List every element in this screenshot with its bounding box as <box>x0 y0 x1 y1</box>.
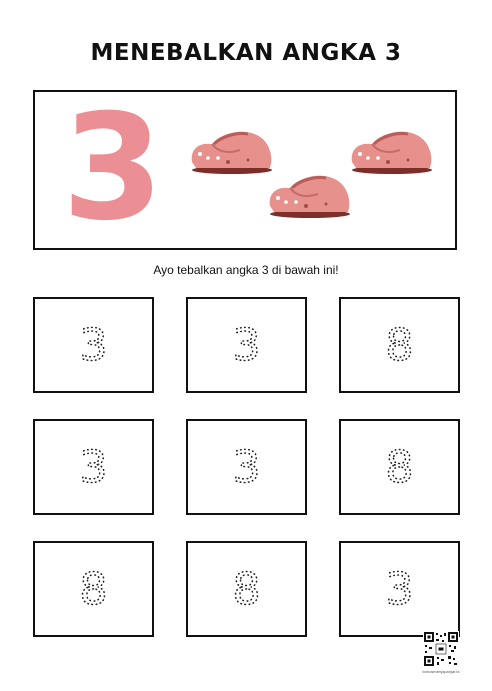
tracing-cell: 8 <box>339 297 460 393</box>
dotted-digit-text: 3 <box>233 320 261 371</box>
dotted-digit-text: 8 <box>80 564 108 615</box>
dotted-digit-text: 8 <box>233 564 261 615</box>
tracing-cell: 3 <box>339 541 460 637</box>
tracing-cell: 8 <box>339 419 460 515</box>
dotted-digit: 3 <box>79 441 109 494</box>
worksheet-title: MENEBALKAN ANGKA 3 <box>90 40 402 66</box>
dotted-digit: 8 <box>385 441 415 494</box>
tracing-cell: 3 <box>33 419 154 515</box>
shoe-icon <box>191 131 272 174</box>
tracing-cell: 3 <box>186 297 307 393</box>
tracing-cell: 8 <box>33 541 154 637</box>
dotted-digit: 8 <box>79 563 109 616</box>
dotted-digit: 3 <box>385 563 415 616</box>
dotted-digit-text: 3 <box>386 564 414 615</box>
tracing-cell: 3 <box>33 297 154 393</box>
qr-code-icon <box>423 631 459 667</box>
tracing-cell: 8 <box>186 541 307 637</box>
tracing-cell: 3 <box>186 419 307 515</box>
dotted-digit-text: 3 <box>80 442 108 493</box>
shoe-icon <box>269 175 350 218</box>
example-digit: 3 <box>62 83 164 253</box>
dotted-digit: 3 <box>232 319 262 372</box>
dotted-digit-text: 8 <box>386 320 414 371</box>
shoe-icon <box>351 131 432 174</box>
dotted-digit-text: 3 <box>80 320 108 371</box>
dotted-digit: 8 <box>232 563 262 616</box>
dotted-digit-text: 8 <box>386 442 414 493</box>
instruction-text: Ayo tebalkan angka 3 di bawah ini! <box>153 263 339 277</box>
dotted-digit: 3 <box>79 319 109 372</box>
dotted-digit-text: 3 <box>233 442 261 493</box>
dotted-digit: 3 <box>232 441 262 494</box>
footer-caption: bonusmenjapanjar.id <box>422 669 460 674</box>
dotted-digit: 8 <box>385 319 415 372</box>
